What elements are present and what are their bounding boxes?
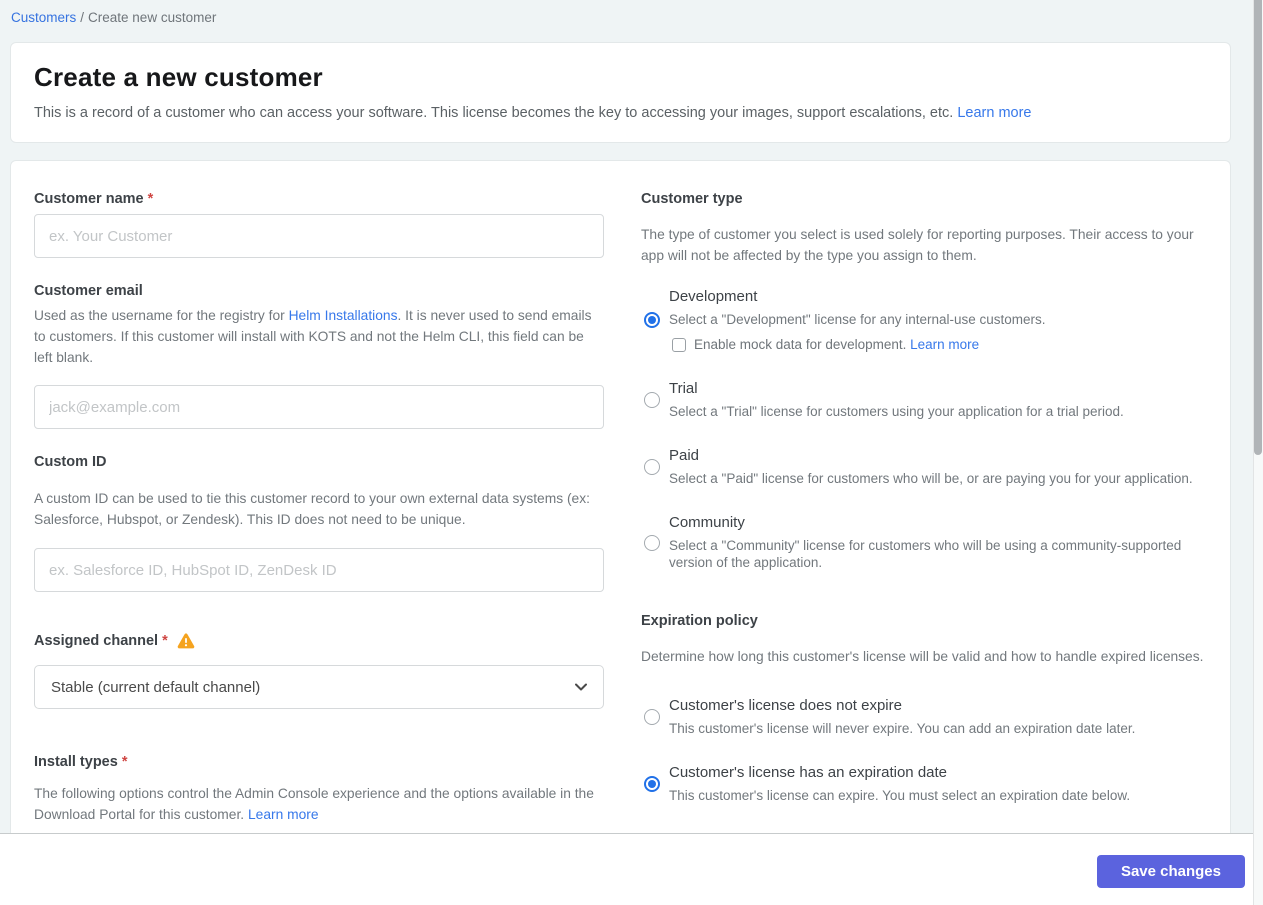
customer-type-option-paid: Paid Select a "Paid" license for custome…	[641, 447, 1209, 487]
radio-community[interactable]	[644, 534, 660, 551]
expiration-policy-help: Determine how long this customer's licen…	[641, 649, 1204, 664]
page-header-card: Create a new customer This is a record o…	[10, 42, 1231, 143]
custom-id-label: Custom ID	[34, 454, 604, 470]
option-body: Customer's license has an expiration dat…	[669, 764, 1130, 804]
custom-id-label-text: Custom ID	[34, 454, 107, 470]
option-development-description: Select a "Development" license for any i…	[669, 312, 1046, 327]
install-types-learn-more-link[interactable]: Learn more	[248, 807, 319, 822]
scrollbar-track[interactable]	[1253, 0, 1263, 905]
customer-name-label: Customer name *	[34, 191, 604, 207]
option-development-title: Development	[669, 288, 758, 305]
customer-name-label-text: Customer name	[34, 191, 144, 207]
customer-name-input[interactable]	[34, 214, 604, 258]
customer-email-help: Used as the username for the registry fo…	[34, 305, 604, 368]
assigned-channel-selected-value: Stable (current default channel)	[51, 678, 261, 696]
customer-type-heading: Customer type	[641, 191, 743, 207]
scrollbar-thumb[interactable]	[1254, 0, 1262, 455]
mock-data-checkbox[interactable]	[672, 337, 686, 352]
mock-data-learn-more-link[interactable]: Learn more	[910, 337, 979, 352]
expiration-option-has-date: Customer's license has an expiration dat…	[641, 764, 1209, 804]
customer-email-help-pre: Used as the username for the registry fo…	[34, 308, 289, 323]
option-body: Community Select a "Community" license f…	[669, 514, 1209, 571]
option-body: Paid Select a "Paid" license for custome…	[669, 447, 1193, 487]
mock-data-label-text: Enable mock data for development.	[694, 337, 907, 352]
required-asterisk: *	[162, 633, 168, 649]
required-asterisk: *	[147, 191, 154, 207]
customer-type-option-development: Development Select a "Development" licen…	[641, 288, 1209, 352]
radio-trial[interactable]	[644, 392, 660, 408]
option-body: Trial Select a "Trial" license for custo…	[669, 380, 1124, 420]
install-types-label: Install types *	[34, 754, 604, 770]
assigned-channel-label-text: Assigned channel	[34, 633, 159, 649]
customer-email-label-text: Customer email	[34, 283, 143, 299]
breadcrumb-customers-link[interactable]: Customers	[11, 10, 76, 25]
option-community-description: Select a "Community" license for custome…	[669, 538, 1182, 570]
option-has-date-title: Customer's license has an expiration dat…	[669, 763, 948, 781]
option-trial-description: Select a "Trial" license for customers u…	[669, 404, 1124, 419]
radio-has-expiration[interactable]	[644, 775, 660, 792]
option-no-expire-title: Customer's license does not expire	[669, 696, 902, 714]
warning-icon	[177, 633, 195, 649]
customer-type-option-trial: Trial Select a "Trial" license for custo…	[641, 380, 1209, 420]
chevron-down-icon	[575, 683, 587, 691]
customer-email-input[interactable]	[34, 385, 604, 429]
page-title: Create a new customer	[34, 62, 323, 92]
customer-form-card: Customer name * Customer email Used as t…	[10, 160, 1231, 833]
option-paid-description: Select a "Paid" license for customers wh…	[669, 471, 1193, 486]
customer-email-label: Customer email	[34, 283, 604, 299]
page-description: This is a record of a customer who can a…	[34, 105, 1207, 121]
footer-bar: Save changes	[0, 833, 1253, 905]
required-asterisk: *	[121, 754, 128, 770]
assigned-channel-label: Assigned channel *	[34, 633, 604, 649]
mock-data-check-row: Enable mock data for development. Learn …	[669, 337, 1046, 352]
mock-data-checkbox-label: Enable mock data for development. Learn …	[694, 337, 979, 352]
breadcrumb-current: Create new customer	[88, 10, 217, 25]
form-left-column: Customer name * Customer email Used as t…	[34, 191, 604, 833]
option-body: Development Select a "Development" licen…	[669, 288, 1046, 352]
header-learn-more-link[interactable]: Learn more	[957, 105, 1031, 121]
breadcrumb-separator: /	[80, 10, 85, 25]
form-right-column: Customer type The type of customer you s…	[641, 191, 1209, 833]
radio-development[interactable]	[644, 312, 660, 328]
option-has-date-description: This customer's license can expire. You …	[669, 787, 1131, 803]
radio-paid[interactable]	[644, 459, 660, 475]
expiration-option-no-expire: Customer's license does not expire This …	[641, 697, 1209, 737]
custom-id-input[interactable]	[34, 548, 604, 592]
page-description-text: This is a record of a customer who can a…	[34, 105, 954, 121]
option-trial-title: Trial	[669, 380, 698, 397]
radio-no-expire[interactable]	[644, 708, 660, 725]
breadcrumb: Customers / Create new customer	[11, 10, 216, 25]
option-body: Customer's license does not expire This …	[669, 697, 1135, 737]
save-changes-button[interactable]: Save changes	[1096, 855, 1245, 888]
customer-type-option-community: Community Select a "Community" license f…	[641, 514, 1209, 571]
helm-installations-link[interactable]: Helm Installations	[289, 308, 398, 323]
option-community-title: Community	[669, 514, 745, 531]
customer-type-help: The type of customer you select is used …	[641, 227, 1194, 263]
option-paid-title: Paid	[669, 447, 700, 464]
custom-id-help: A custom ID can be used to tie this cust…	[34, 491, 590, 527]
expiration-policy-heading: Expiration policy	[641, 613, 758, 629]
assigned-channel-select[interactable]: Stable (current default channel)	[34, 665, 604, 709]
install-types-help: The following options control the Admin …	[34, 783, 604, 825]
install-types-label-text: Install types	[34, 754, 118, 770]
option-no-expire-description: This customer's license will never expir…	[669, 720, 1136, 736]
